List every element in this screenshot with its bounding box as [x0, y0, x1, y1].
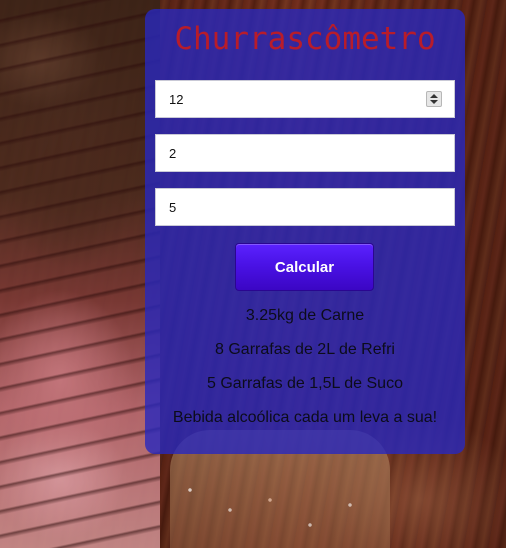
spinner-up-icon[interactable] — [430, 94, 438, 98]
result-alcohol: Bebida alcoólica cada um leva a sua! — [172, 409, 438, 426]
result-soda: 8 Garrafas de 2L de Refri — [215, 341, 395, 358]
calculator-panel: Churrascômetro 12 2 5 Calcular 3.25kg de… — [145, 9, 465, 454]
adults-input[interactable]: 12 — [155, 80, 455, 118]
duration-input-value: 5 — [169, 199, 177, 215]
adults-input-value: 12 — [169, 91, 184, 107]
children-input-value: 2 — [169, 145, 177, 161]
app-title: Churrascômetro — [174, 21, 436, 57]
number-spinner-icon[interactable] — [426, 91, 442, 107]
result-meat: 3.25kg de Carne — [245, 307, 365, 324]
result-juice: 5 Garrafas de 1,5L de Suco — [207, 375, 403, 392]
calculate-button[interactable]: Calcular — [235, 243, 374, 291]
spinner-down-icon[interactable] — [430, 100, 438, 104]
children-input[interactable]: 2 — [155, 134, 455, 172]
duration-input[interactable]: 5 — [155, 188, 455, 226]
background-steak-image — [0, 0, 160, 548]
